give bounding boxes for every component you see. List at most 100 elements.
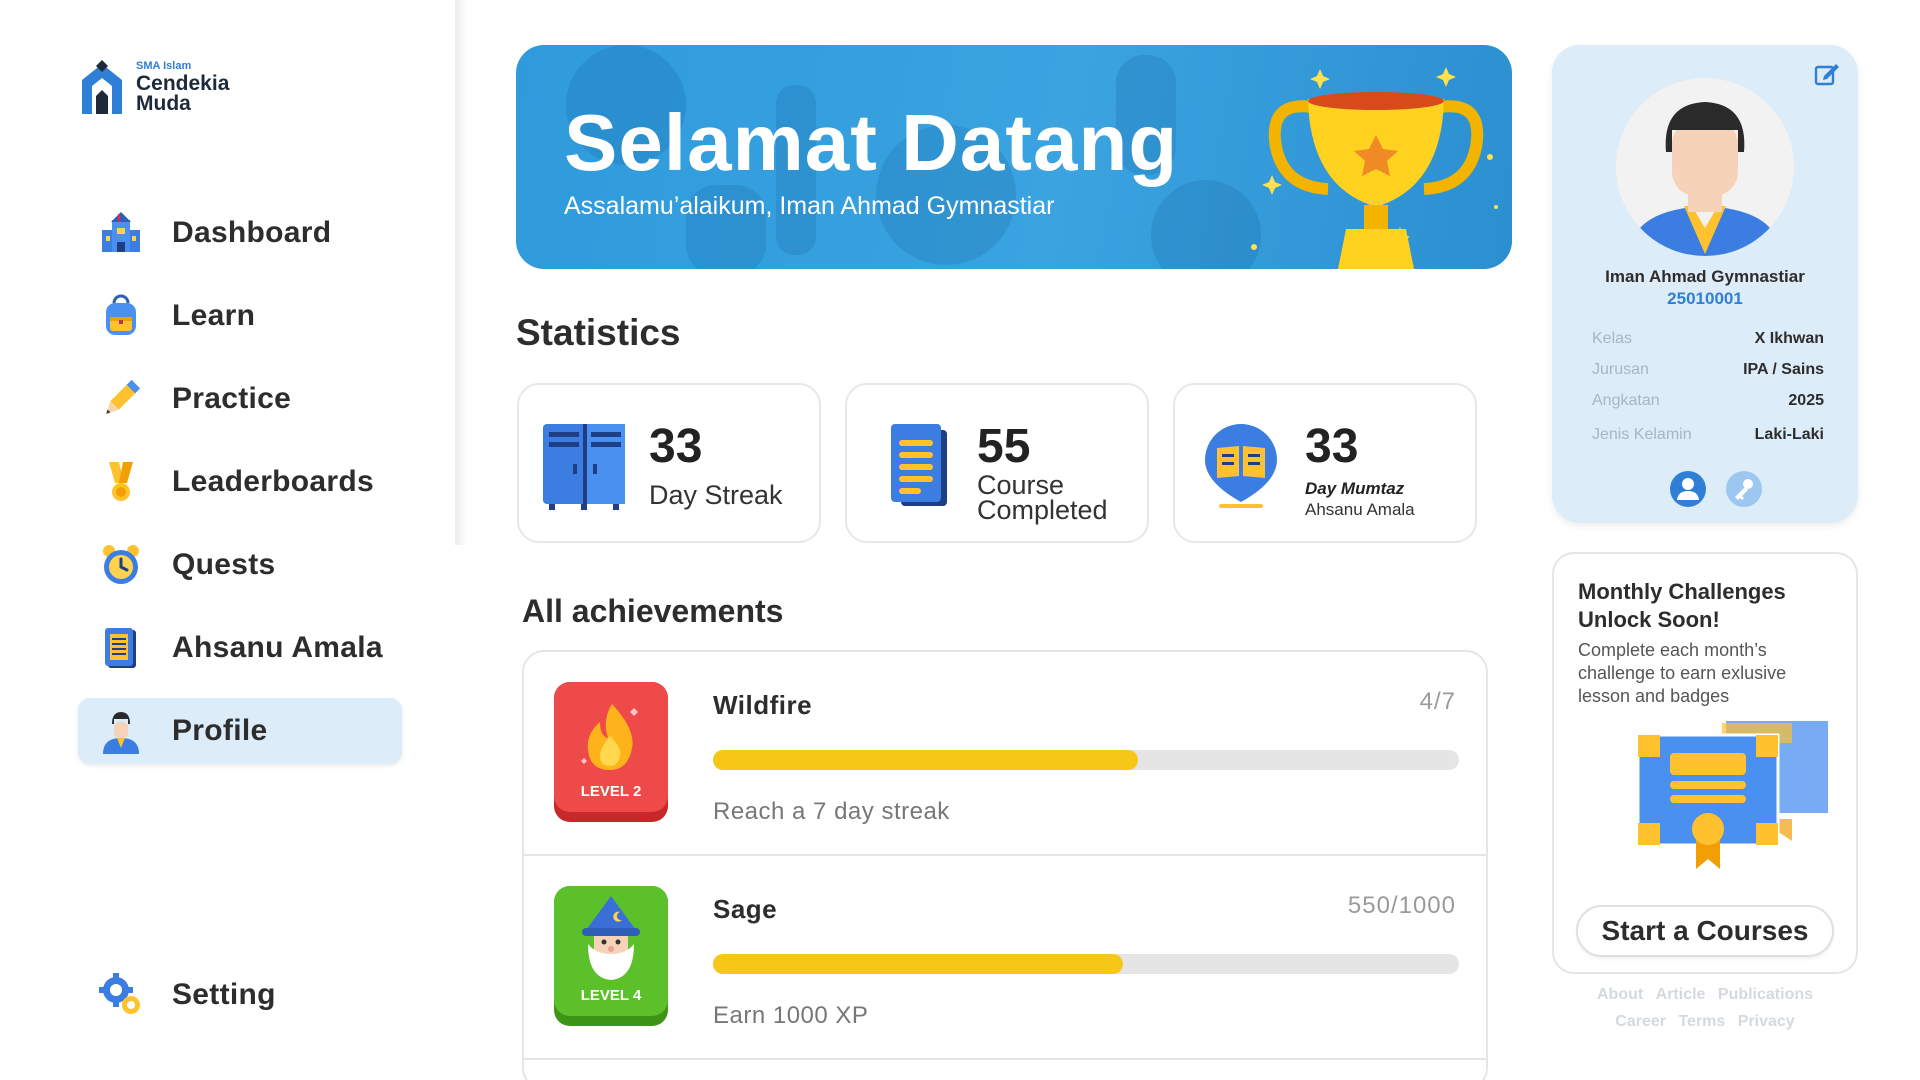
welcome-banner: Selamat Datang Assalamu’alaikum, Iman Ah… bbox=[516, 45, 1512, 269]
nav-label-ahsanu-amala: Ahsanu Amala bbox=[172, 631, 383, 664]
day-mumtaz-value: 33 bbox=[1305, 420, 1359, 473]
sidebar: SMA Islam Cendekia Muda Dashboard Learn bbox=[0, 0, 458, 1080]
profile-value: Laki-Laki bbox=[1754, 426, 1824, 443]
app-root: SMA Islam Cendekia Muda Dashboard Learn bbox=[0, 0, 1920, 1080]
sage-badge: LEVEL 4 bbox=[554, 886, 668, 1026]
profile-key: Angkatan bbox=[1592, 392, 1660, 409]
footer-link-terms[interactable]: Terms bbox=[1678, 1013, 1725, 1030]
pencil-icon bbox=[96, 374, 146, 424]
nav-item-practice[interactable]: Practice bbox=[78, 366, 402, 432]
book-pin-icon bbox=[1205, 424, 1277, 508]
logo-name-line1: Cendekia bbox=[136, 71, 230, 95]
achievement-desc-wildfire: Reach a 7 day streak bbox=[713, 798, 950, 825]
nav-label-profile: Profile bbox=[172, 714, 268, 747]
setting-section: Setting bbox=[78, 962, 402, 1045]
profile-row-jenis-kelamin: Jenis Kelamin Laki-Laki bbox=[1592, 426, 1824, 444]
nav-item-dashboard[interactable]: Dashboard bbox=[78, 200, 402, 266]
wizard-icon bbox=[582, 896, 640, 980]
profile-row-angkatan: Angkatan 2025 bbox=[1592, 392, 1824, 410]
stat-card-day-streak: 33 Day Streak bbox=[517, 383, 821, 543]
achievement-desc-sage: Earn 1000 XP bbox=[713, 1002, 869, 1029]
nav-label-quests: Quests bbox=[172, 548, 276, 581]
achievements-list: LEVEL 2 Wildfire 4/7 Reach a 7 day strea… bbox=[522, 650, 1488, 1080]
school-building-icon bbox=[96, 208, 146, 258]
medal-icon bbox=[96, 457, 146, 507]
user-icon[interactable] bbox=[1670, 471, 1706, 507]
day-streak-label: Day Streak bbox=[649, 480, 783, 510]
profile-actions bbox=[1670, 471, 1762, 507]
profile-key: Jurusan bbox=[1592, 361, 1649, 378]
sidebar-divider bbox=[455, 0, 469, 545]
profile-value: IPA / Sains bbox=[1743, 361, 1824, 378]
profile-key: Jenis Kelamin bbox=[1592, 426, 1692, 443]
nav-label-practice: Practice bbox=[172, 382, 292, 415]
nav-label-learn: Learn bbox=[172, 299, 256, 332]
nav-item-quests[interactable]: Quests bbox=[78, 532, 402, 598]
achievement-name-sage: Sage bbox=[713, 894, 778, 924]
profile-key: Kelas bbox=[1592, 330, 1633, 347]
nav-item-setting[interactable]: Setting bbox=[78, 962, 402, 1028]
progress-bar-wildfire bbox=[713, 750, 1459, 770]
school-logo-icon bbox=[82, 60, 122, 114]
stat-card-day-mumtaz: 33 Day Mumtaz Ahsanu Amala bbox=[1173, 383, 1477, 543]
student-avatar-icon bbox=[96, 706, 146, 756]
achievement-progress-wildfire: 4/7 bbox=[1419, 688, 1456, 715]
certificate-icon bbox=[1636, 721, 1828, 869]
profile-card: Iman Ahmad Gymnastiar 25010001 Kelas X I… bbox=[1552, 45, 1858, 523]
nav-item-learn[interactable]: Learn bbox=[78, 283, 402, 349]
monthly-challenges-card: Monthly Challenges Unlock Soon! Complete… bbox=[1552, 552, 1858, 974]
gears-icon bbox=[96, 970, 146, 1020]
nav-label-setting: Setting bbox=[172, 978, 276, 1011]
profile-student-id: 25010001 bbox=[1667, 289, 1743, 308]
welcome-title: Selamat Datang bbox=[564, 98, 1179, 187]
achievements-heading: All achievements bbox=[522, 593, 784, 629]
footer-link-publications[interactable]: Publications bbox=[1718, 986, 1813, 1003]
profile-row-kelas: Kelas X Ikhwan bbox=[1592, 330, 1824, 348]
profile-row-jurusan: Jurusan IPA / Sains bbox=[1592, 361, 1824, 379]
achievement-row-sage[interactable]: LEVEL 4 Sage 550/1000 Earn 1000 XP bbox=[524, 856, 1486, 1060]
profile-value: 2025 bbox=[1788, 392, 1824, 409]
logo-text: SMA Islam Cendekia Muda bbox=[136, 59, 230, 115]
footer-links-row1: About Article Publications bbox=[1552, 986, 1858, 1004]
wildfire-badge: LEVEL 2 bbox=[554, 682, 668, 822]
course-completed-value: 55 bbox=[977, 420, 1031, 473]
achievement-row-wildfire[interactable]: LEVEL 2 Wildfire 4/7 Reach a 7 day strea… bbox=[524, 652, 1486, 856]
welcome-subtitle: Assalamu’alaikum, Iman Ahmad Gymnastiar bbox=[564, 192, 1055, 220]
course-completed-label-line2: Completed bbox=[977, 495, 1108, 525]
backpack-icon bbox=[96, 291, 146, 341]
school-logo[interactable]: SMA Islam Cendekia Muda bbox=[78, 56, 229, 118]
statistics-heading: Statistics bbox=[516, 312, 681, 353]
achievement-name-wildfire: Wildfire bbox=[713, 690, 813, 720]
notebook-icon bbox=[96, 623, 146, 673]
logo-name-line2: Muda bbox=[136, 91, 191, 115]
start-course-button[interactable]: Start a Courses bbox=[1576, 905, 1834, 957]
alarm-clock-icon bbox=[96, 540, 146, 590]
footer-link-privacy[interactable]: Privacy bbox=[1738, 1013, 1795, 1030]
progress-bar-sage bbox=[713, 954, 1459, 974]
locker-icon bbox=[543, 424, 625, 510]
footer-link-article[interactable]: Article bbox=[1656, 986, 1706, 1003]
logo-subtitle: SMA Islam bbox=[136, 59, 192, 72]
edit-icon[interactable] bbox=[1814, 61, 1840, 87]
day-mumtaz-label: Day Mumtaz bbox=[1305, 479, 1405, 498]
nav-label-dashboard: Dashboard bbox=[172, 216, 332, 249]
main-nav: Dashboard Learn Practice Leaderboards Qu… bbox=[78, 200, 402, 781]
footer-link-career[interactable]: Career bbox=[1615, 1013, 1666, 1030]
nav-item-profile[interactable]: Profile bbox=[78, 698, 402, 764]
key-icon[interactable] bbox=[1726, 471, 1762, 507]
nav-label-leaderboards: Leaderboards bbox=[172, 465, 374, 498]
profile-name: Iman Ahmad Gymnastiar bbox=[1605, 267, 1805, 286]
sage-level: LEVEL 4 bbox=[580, 987, 642, 1004]
nav-item-ahsanu-amala[interactable]: Ahsanu Amala bbox=[78, 615, 402, 681]
avatar bbox=[1616, 78, 1794, 256]
footer-link-about[interactable]: About bbox=[1597, 986, 1643, 1003]
achievement-progress-sage: 550/1000 bbox=[1347, 892, 1456, 919]
footer-links-row2: Career Terms Privacy bbox=[1552, 1013, 1858, 1031]
challenges-title: Monthly Challenges Unlock Soon! bbox=[1578, 579, 1786, 632]
trophy-icon bbox=[1251, 67, 1498, 269]
day-mumtaz-sub: Ahsanu Amala bbox=[1305, 500, 1415, 519]
stat-card-course-completed: 55 Course Completed bbox=[845, 383, 1149, 543]
profile-value: X Ikhwan bbox=[1754, 330, 1824, 347]
wildfire-level: LEVEL 2 bbox=[580, 783, 642, 800]
nav-item-leaderboards[interactable]: Leaderboards bbox=[78, 449, 402, 515]
